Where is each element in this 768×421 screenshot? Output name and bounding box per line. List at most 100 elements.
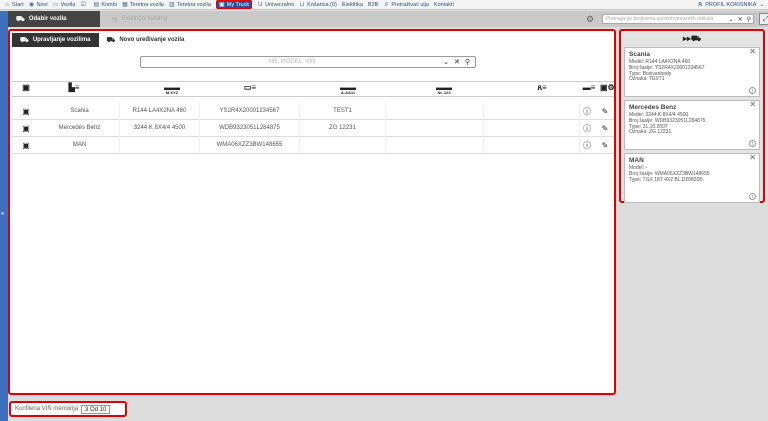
cell-plate xyxy=(300,137,386,154)
vehicle-table: ▣ Scania R144 LA4X2NA 460 YS2R4X20001234567… xyxy=(12,103,614,154)
search-icon[interactable]: ⚲ xyxy=(465,58,470,66)
column-header-0[interactable]: ▣ xyxy=(18,83,34,92)
column-header-icon: ▣ xyxy=(22,83,30,92)
info-icon[interactable]: i xyxy=(749,193,756,200)
nav-item-9[interactable]: ⊔ Košarica (0) xyxy=(299,0,337,9)
column-header-8[interactable]: ▣⚙ xyxy=(600,83,615,92)
vehicle-row-icon[interactable]: ▣ xyxy=(18,120,34,137)
close-icon[interactable]: ✕ xyxy=(738,16,743,23)
settings-icon[interactable]: ⚙ xyxy=(586,14,594,25)
nav-item-label: Teretna vozila xyxy=(129,1,164,8)
info-icon[interactable]: ⓘ xyxy=(580,103,594,120)
nav-item-label: My Truck xyxy=(226,1,250,8)
cell-vin: WMA06XZZ3BW148655 xyxy=(200,137,300,154)
edit-icon[interactable]: ✎ xyxy=(598,103,612,120)
nav-item-label: Košarica (0) xyxy=(307,1,337,8)
column-header-4[interactable]: ▬▬ A-AA11 xyxy=(328,84,368,95)
nav-item-label: Novi xyxy=(36,1,48,8)
info-icon[interactable]: ⓘ xyxy=(580,137,594,154)
tab-vehicle-management-label: Upravljanje vozilima xyxy=(32,37,91,43)
panel-tabs: ⛟ Upravljanje vozilima ⛟ Novo uređivanje… xyxy=(12,33,192,47)
edit-icon[interactable]: ✎ xyxy=(598,120,612,137)
article-search-input[interactable]: Pretraga po brojevima upisnim preuzetih … xyxy=(602,14,754,24)
info-icon[interactable]: ⓘ xyxy=(580,120,594,137)
car-icon: ▭ xyxy=(52,1,59,8)
cell-model: R144 LA4X2NA 460 xyxy=(120,103,200,120)
vehicle-search-input[interactable]: NR, MODEL, VIN ⌄ ✕ ⚲ xyxy=(140,56,476,68)
chevron-down-icon[interactable]: ⌄ xyxy=(443,58,449,66)
recent-vehicle-card[interactable]: ✕ MAN Model: - Broj šasije: WMA06XZZ3BW1486… xyxy=(624,153,760,203)
chevron-down-icon: ⌄ xyxy=(759,2,764,8)
column-header-7[interactable]: ▬≡ xyxy=(582,83,596,92)
top-navigation: ⌂ Start ◉ Novi ▭ Vozila ☑ ▤ Kombi ▦ Teretna vozila… xyxy=(0,0,768,10)
column-header-icon: ጸ≡ xyxy=(537,83,547,92)
nav-item-label: Univerzalno xyxy=(265,1,295,8)
nav-item-label: Kontakti xyxy=(433,1,454,8)
cell-nr xyxy=(386,137,484,154)
table-row[interactable]: ▣ MAN WMA06XZZ3BW148655 ⓘ ✎ xyxy=(12,137,614,154)
vin-memory-footer: Konfilena VIN memorija 3 Od 10 xyxy=(9,401,127,417)
profile-link[interactable]: ጸ PROFIL KORISNIKA ⌄ xyxy=(698,0,764,10)
nav-item-7[interactable]: ▣ My Truck xyxy=(215,0,253,9)
truck-icon: ▦ xyxy=(122,1,128,8)
table-row[interactable]: ▣ Scania R144 LA4X2NA 460 YS2R4X20001234567… xyxy=(12,103,614,120)
catalog-icon: ▤ xyxy=(112,16,118,23)
column-header-icon: ▬≡ xyxy=(582,83,596,92)
column-header-3[interactable]: ▭≡ xyxy=(230,83,270,92)
nav-item-10[interactable]: Elektrika xyxy=(342,0,363,9)
close-icon[interactable]: ✕ xyxy=(454,58,460,66)
nav-item-1[interactable]: ◉ Novi xyxy=(29,0,48,9)
vehicle-row-icon[interactable]: ▣ xyxy=(18,103,34,120)
nav-item-12[interactable]: ♯ Pretraživač ulja xyxy=(383,0,429,9)
vehicle-row-icon[interactable]: ▣ xyxy=(18,137,34,154)
cart-icon: ⊔ xyxy=(299,1,305,8)
cell-plate: ZG 12231 xyxy=(300,120,386,137)
table-header: ▣ ▙≡ ▬▬ M-XYZ ▭≡ ▬▬ A-AA11 ▬▬ Nr. 123 ጸ≡ ▬≡ ▣⚙ xyxy=(12,81,615,97)
new-icon: ◉ xyxy=(29,1,35,8)
chevron-right-icon: « xyxy=(1,211,5,217)
column-header-icon: ▭≡ xyxy=(243,83,257,92)
recent-vehicle-card[interactable]: ✕ Scania Model: R144 LA4X2NA 460 Broj šasij… xyxy=(624,47,760,97)
nav-item-8[interactable]: U Univerzalno xyxy=(257,0,294,9)
nav-item-5[interactable]: ▦ Teretna vozila xyxy=(122,0,164,9)
column-header-icon: ▣⚙ xyxy=(600,83,615,92)
nav-item-6[interactable]: ▥ Teretna vozila xyxy=(169,0,211,9)
search-icon[interactable]: ⚲ xyxy=(747,16,751,23)
nav-item-2[interactable]: ▭ Vozila xyxy=(53,0,76,9)
chevron-down-icon[interactable]: ⌄ xyxy=(729,16,734,23)
nav-item-label: Start xyxy=(12,1,24,8)
close-icon[interactable]: ✕ xyxy=(749,48,756,56)
info-icon[interactable]: i xyxy=(749,140,756,147)
nav-item-13[interactable]: Kontakti xyxy=(434,0,454,9)
expand-icon[interactable]: ⤢ xyxy=(759,13,768,25)
cell-owner xyxy=(484,137,580,154)
column-header-1[interactable]: ▙≡ xyxy=(54,84,94,92)
column-header-sub: M-XYZ xyxy=(165,90,179,95)
column-header-5[interactable]: ▬▬ Nr. 123 xyxy=(424,84,464,95)
nav-item-4[interactable]: ▤ Kombi xyxy=(93,0,116,9)
column-header-2[interactable]: ▬▬ M-XYZ xyxy=(152,84,192,95)
tab-electric-catalog[interactable]: ▤ Električni katalog xyxy=(112,16,167,23)
tab-vehicle-selection-label: Odabir vozila xyxy=(28,16,67,22)
home-icon: ⌂ xyxy=(5,1,9,8)
table-row[interactable]: ▣ Mercedes Benz 3244 K 8X4/4 4500 WDB932305… xyxy=(12,120,614,137)
mytruck-icon: ▣ xyxy=(218,1,225,8)
nav-item-11[interactable]: B2B xyxy=(368,0,378,9)
edit-icon[interactable]: ✎ xyxy=(598,137,612,154)
tab-new-vehicle-edit[interactable]: ⛟ Novo uređivanje vozila xyxy=(99,33,193,47)
cell-nr xyxy=(386,103,484,120)
vehicle-icon: ⛟ xyxy=(106,36,116,44)
close-icon[interactable]: ✕ xyxy=(749,154,756,162)
nav-item-3[interactable]: ☑ xyxy=(80,0,88,9)
nav-item-0[interactable]: ⌂ Start xyxy=(4,0,24,9)
tab-vehicle-management[interactable]: ⛟ Upravljanje vozilima xyxy=(12,33,99,47)
sidebar-toggle[interactable]: « xyxy=(0,11,8,421)
column-header-6[interactable]: ጸ≡ xyxy=(522,83,562,92)
recent-vehicle-card[interactable]: ✕ Mercedes Benz Model: 3244 K 8X4/4 4500 Br… xyxy=(624,100,760,150)
info-icon[interactable]: i xyxy=(749,87,756,94)
cell-make: MAN xyxy=(40,137,120,154)
vin-memory-counter[interactable]: 3 Od 10 xyxy=(81,404,111,414)
close-icon[interactable]: ✕ xyxy=(749,101,756,109)
card-detail-line: Oznaka: TEST1 xyxy=(629,76,665,83)
tab-vehicle-selection[interactable]: ⛟ Odabir vozila xyxy=(8,11,100,27)
